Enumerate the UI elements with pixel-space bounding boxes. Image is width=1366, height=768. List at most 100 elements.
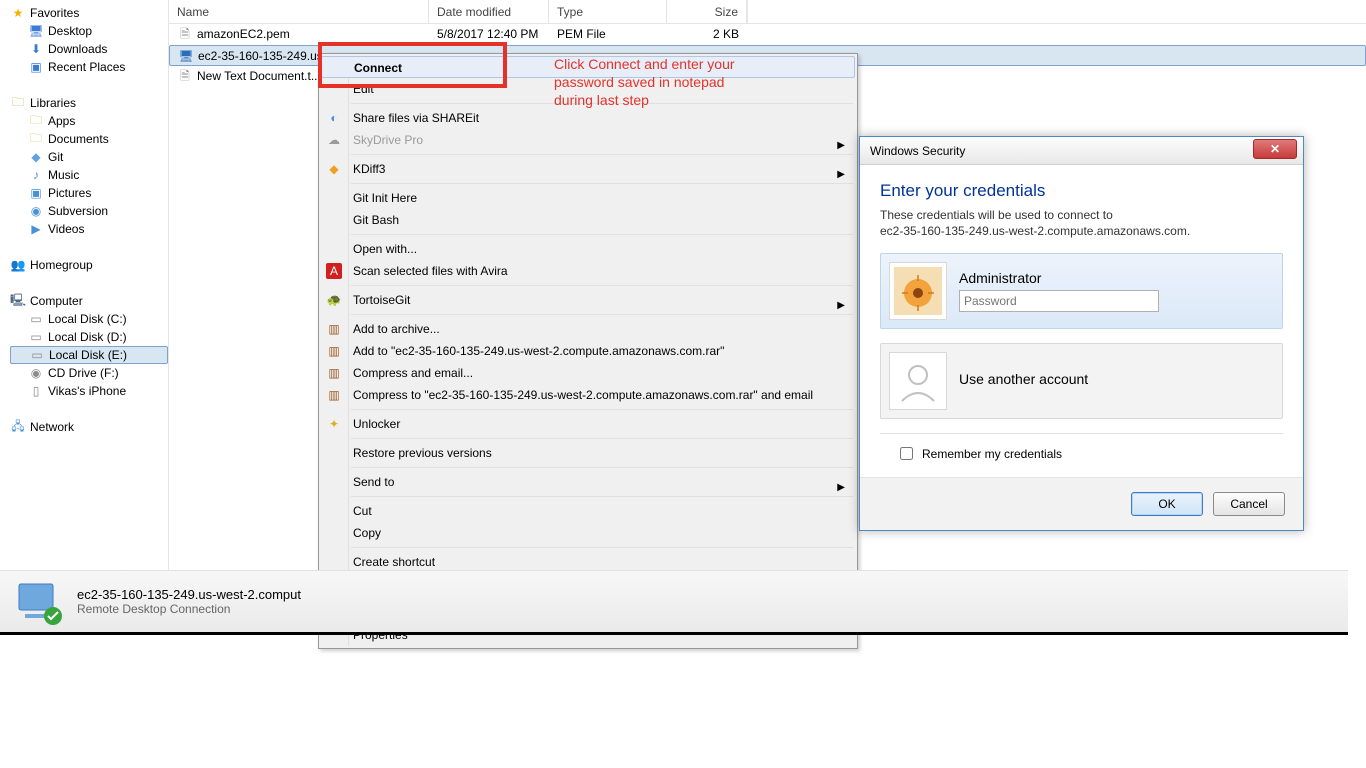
menu-git-bash[interactable]: Git Bash: [321, 209, 855, 231]
cd-icon: ◉: [28, 365, 44, 381]
status-bar: ec2-35-160-135-249.us-west-2.comput Remo…: [0, 570, 1348, 632]
drive-icon: ▭: [28, 329, 44, 345]
network-icon: 🖧: [10, 419, 26, 435]
col-header-type[interactable]: Type: [549, 0, 667, 24]
nav-item-git[interactable]: ◆Git: [10, 148, 168, 166]
credential-admin[interactable]: Administrator: [880, 253, 1283, 329]
menu-git-init[interactable]: Git Init Here: [321, 187, 855, 209]
menu-add-rar[interactable]: ▥Add to "ec2-35-160-135-249.us-west-2.co…: [321, 340, 855, 362]
menu-avira[interactable]: AScan selected files with Avira: [321, 260, 855, 282]
nav-item-drive-c[interactable]: ▭Local Disk (C:): [10, 310, 168, 328]
nav-panel: ★Favorites 🖥Desktop ⬇Downloads ▣Recent P…: [0, 0, 168, 570]
menu-compress-rar[interactable]: ▥Compress to "ec2-35-160-135-249.us-west…: [321, 384, 855, 406]
close-icon: ✕: [1270, 142, 1280, 156]
nav-item-cd-drive[interactable]: ◉CD Drive (F:): [10, 364, 168, 382]
nav-item-videos[interactable]: ▶Videos: [10, 220, 168, 238]
menu-restore[interactable]: Restore previous versions: [321, 442, 855, 464]
dialog-titlebar[interactable]: Windows Security ✕: [860, 137, 1303, 165]
nav-header-libraries[interactable]: 🗀Libraries: [10, 94, 168, 112]
nav-item-pictures[interactable]: ▣Pictures: [10, 184, 168, 202]
star-icon: ★: [10, 5, 26, 21]
ok-button[interactable]: OK: [1131, 492, 1203, 516]
status-title: ec2-35-160-135-249.us-west-2.comput: [77, 587, 301, 602]
password-input[interactable]: [959, 290, 1159, 312]
share-icon: ◐: [326, 110, 342, 126]
menu-tortoisegit[interactable]: 🐢TortoiseGit▶: [321, 289, 855, 311]
chevron-right-icon: ▶: [837, 135, 845, 157]
menu-open-with[interactable]: Open with...: [321, 238, 855, 260]
avatar-blank: [889, 352, 947, 410]
nav-item-iphone[interactable]: ▯Vikas's iPhone: [10, 382, 168, 400]
drive-icon: ▭: [29, 347, 45, 363]
nav-item-drive-d[interactable]: ▭Local Disk (D:): [10, 328, 168, 346]
credential-username: Administrator: [959, 270, 1274, 286]
status-subtitle: Remote Desktop Connection: [77, 602, 301, 616]
desktop-icon: 🖥: [28, 23, 44, 39]
menu-send-to[interactable]: Send to▶: [321, 471, 855, 493]
git-icon: ◆: [28, 149, 44, 165]
security-dialog: Windows Security ✕ Enter your credential…: [859, 136, 1304, 531]
menu-share[interactable]: ◐Share files via SHAREit: [321, 107, 855, 129]
archive-icon: ▥: [326, 321, 342, 337]
cancel-button[interactable]: Cancel: [1213, 492, 1285, 516]
nav-item-drive-e[interactable]: ▭Local Disk (E:): [10, 346, 168, 364]
nav-item-desktop[interactable]: 🖥Desktop: [10, 22, 168, 40]
context-menu: Connect Edit ◐Share files via SHAREit ☁S…: [318, 53, 858, 649]
remember-checkbox[interactable]: [900, 447, 913, 460]
chevron-right-icon: ▶: [837, 164, 845, 186]
recent-icon: ▣: [28, 59, 44, 75]
credential-another[interactable]: Use another account: [880, 343, 1283, 419]
annotation-text: Click Connect and enter your password sa…: [554, 55, 754, 109]
rdp-large-icon: [15, 578, 63, 626]
col-header-name[interactable]: Name: [169, 0, 429, 24]
phone-icon: ▯: [28, 383, 44, 399]
downloads-icon: ⬇: [28, 41, 44, 57]
pictures-icon: ▣: [28, 185, 44, 201]
music-icon: ♪: [28, 167, 44, 183]
dialog-heading: Enter your credentials: [880, 181, 1283, 201]
close-button[interactable]: ✕: [1253, 139, 1297, 159]
nav-item-downloads[interactable]: ⬇Downloads: [10, 40, 168, 58]
archive-icon: ▥: [326, 343, 342, 359]
annotation-highlight-box: [318, 42, 507, 88]
col-header-size[interactable]: Size: [667, 0, 747, 24]
menu-kdiff[interactable]: ◆KDiff3▶: [321, 158, 855, 180]
unlocker-icon: ✦: [326, 416, 342, 432]
chevron-right-icon: ▶: [837, 477, 845, 499]
nav-item-subversion[interactable]: ◉Subversion: [10, 202, 168, 220]
nav-item-apps[interactable]: 🗀Apps: [10, 112, 168, 130]
nav-item-recent[interactable]: ▣Recent Places: [10, 58, 168, 76]
tortoise-icon: 🐢: [326, 292, 342, 308]
nav-header-favorites[interactable]: ★Favorites: [10, 4, 168, 22]
window-border: [0, 632, 1348, 635]
menu-add-archive[interactable]: ▥Add to archive...: [321, 318, 855, 340]
menu-skydrive[interactable]: ☁SkyDrive Pro▶: [321, 129, 855, 151]
homegroup-icon: 👥: [10, 257, 26, 273]
subversion-icon: ◉: [28, 203, 44, 219]
nav-header-computer[interactable]: 🖳Computer: [10, 292, 168, 310]
kdiff-icon: ◆: [326, 161, 342, 177]
menu-compress-mail[interactable]: ▥Compress and email...: [321, 362, 855, 384]
avatar: [889, 262, 947, 320]
nav-header-homegroup[interactable]: 👥Homegroup: [10, 256, 168, 274]
menu-cut[interactable]: Cut: [321, 500, 855, 522]
use-another-label: Use another account: [959, 371, 1274, 387]
nav-header-network[interactable]: 🖧Network: [10, 418, 168, 436]
menu-unlocker[interactable]: ✦Unlocker: [321, 413, 855, 435]
chevron-right-icon: ▶: [837, 295, 845, 317]
folder-icon: 🗀: [28, 113, 44, 129]
menu-copy[interactable]: Copy: [321, 522, 855, 544]
nav-item-music[interactable]: ♪Music: [10, 166, 168, 184]
rdp-icon: 🖥: [178, 49, 194, 65]
avira-icon: A: [326, 263, 342, 279]
nav-item-documents[interactable]: 🗀Documents: [10, 130, 168, 148]
computer-icon: 🖳: [10, 293, 26, 309]
text-file-icon: 🗎: [177, 69, 193, 85]
libraries-icon: 🗀: [10, 95, 26, 111]
file-icon: 🗎: [177, 27, 193, 43]
folder-icon: 🗀: [28, 131, 44, 147]
archive-icon: ▥: [326, 387, 342, 403]
remember-label: Remember my credentials: [922, 447, 1062, 461]
col-header-date[interactable]: Date modified: [429, 0, 549, 24]
archive-icon: ▥: [326, 365, 342, 381]
